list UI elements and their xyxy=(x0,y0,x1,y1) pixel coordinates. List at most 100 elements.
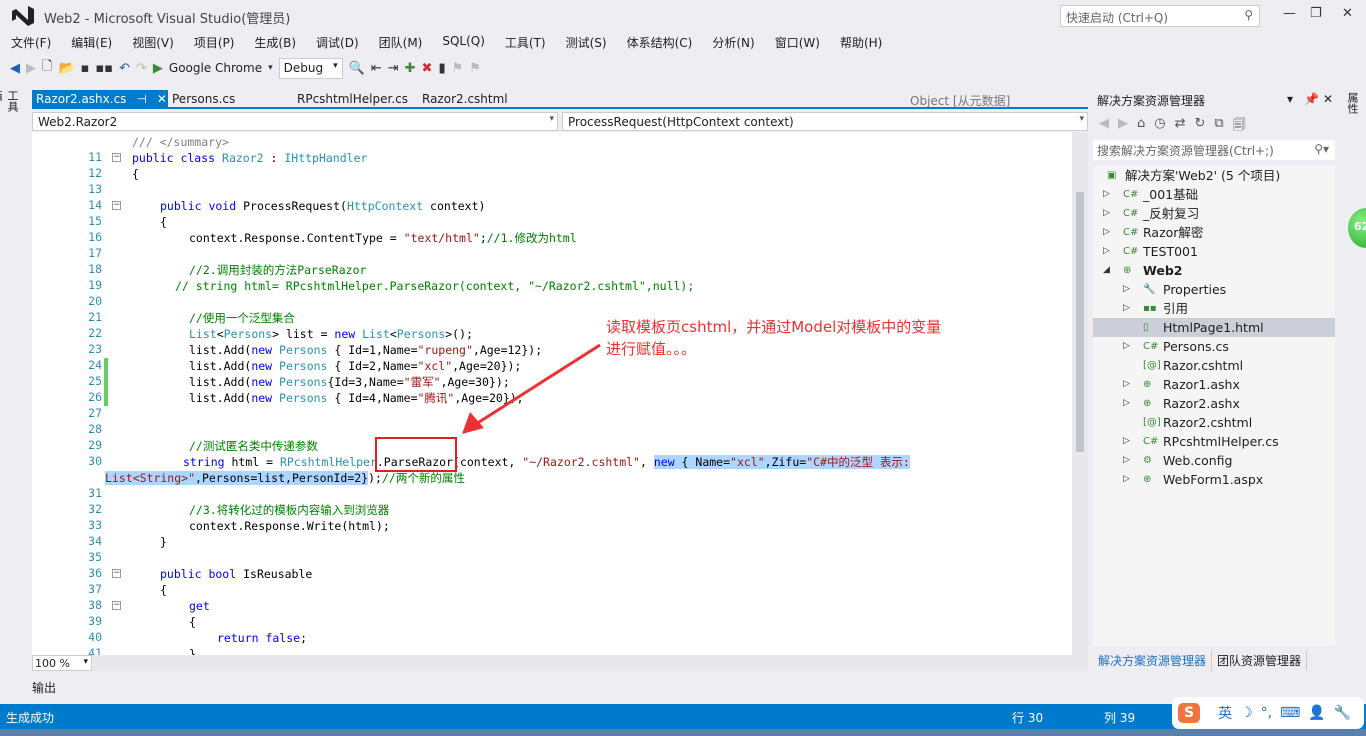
expand-arrow-icon[interactable]: ▷ xyxy=(1123,451,1130,470)
collapse-all-icon[interactable]: ⧉ xyxy=(1214,116,1223,138)
performance-badge[interactable]: 62 xyxy=(1348,208,1366,248)
menu-item[interactable]: 编辑(E) xyxy=(60,32,121,52)
redo-icon[interactable]: ↷ xyxy=(136,61,147,76)
start-debug-icon[interactable]: ▶ xyxy=(153,61,163,76)
horizontal-scrollbar[interactable] xyxy=(92,655,1088,671)
expand-arrow-icon[interactable]: ▷ xyxy=(1123,470,1130,489)
sync-icon[interactable]: ⇄ xyxy=(1175,116,1186,138)
home-icon[interactable]: ⌂ xyxy=(1137,116,1145,138)
close-icon[interactable]: ✕ xyxy=(1323,92,1333,106)
solution-search-input[interactable]: 搜索解决方案资源管理器(Ctrl+;) ⚲▾ xyxy=(1093,140,1335,160)
tab-solution-explorer[interactable]: 解决方案资源管理器 xyxy=(1093,650,1213,671)
tree-item[interactable]: ▷ ⊕ Razor2.ashx xyxy=(1093,394,1335,413)
tab-document[interactable]: Razor2.cshtml xyxy=(418,90,543,109)
code-editor[interactable]: 11 − 12 13 14 − 15 16 17 18 19 20 21 22 23 24 25 26 27 28 29… xyxy=(32,132,1088,655)
bookmark-icon[interactable]: ▮ xyxy=(438,61,445,76)
menu-item[interactable]: 视图(V) xyxy=(121,32,183,52)
tab-document[interactable]: Persons.cs xyxy=(168,90,293,109)
menu-item[interactable]: 团队(M) xyxy=(368,32,432,52)
menu-item[interactable]: 窗口(W) xyxy=(764,32,829,52)
bookmark-prev-icon[interactable]: ⚑ xyxy=(452,61,464,76)
tree-item[interactable]: ◢ ⊕ Web2 xyxy=(1093,261,1335,280)
tree-item[interactable]: ▷ 🔧 Properties xyxy=(1093,280,1335,299)
back-icon[interactable]: ◀ xyxy=(10,61,20,76)
configuration-select[interactable]: Debug ▾ xyxy=(278,57,343,79)
back-icon[interactable]: ◀ xyxy=(1099,116,1109,138)
save-all-icon[interactable]: ▪▪ xyxy=(95,61,113,76)
run-target-button[interactable]: Google Chrome xyxy=(169,61,262,75)
outdent-icon[interactable]: ⇥ xyxy=(388,61,399,76)
tree-item[interactable]: ▷ C# TEST001 xyxy=(1093,242,1335,261)
show-all-files-icon[interactable]: 🗐 xyxy=(1233,116,1246,138)
minimize-button[interactable]: — xyxy=(1283,6,1296,21)
bookmark-next-icon[interactable]: ⚑ xyxy=(469,61,481,76)
tree-item[interactable]: ▷ C# _001基础 xyxy=(1093,185,1335,204)
new-project-icon[interactable]: 🗋 xyxy=(42,57,52,79)
tree-item[interactable]: ▷ ⊕ WebForm1.aspx xyxy=(1093,470,1335,489)
toolbox-tab[interactable]: 工具箱 xyxy=(0,86,28,126)
tree-item[interactable]: ▷ C# Persons.cs xyxy=(1093,337,1335,356)
tree-item[interactable]: ▣ 解决方案'Web2' (5 个项目) xyxy=(1093,166,1335,185)
menu-item[interactable]: 工具(T) xyxy=(494,32,555,52)
tab-document[interactable]: RPcshtmlHelper.cs xyxy=(293,90,418,109)
maximize-button[interactable]: ❐ xyxy=(1310,6,1322,21)
tree-item[interactable]: ▯ HtmlPage1.html xyxy=(1093,318,1335,337)
vertical-scrollbar[interactable] xyxy=(1072,132,1088,655)
wrench-icon[interactable]: 🔧 xyxy=(1334,705,1351,721)
collapse-icon[interactable]: − xyxy=(112,201,121,210)
tab-output[interactable]: 输出 xyxy=(32,679,56,696)
forward-icon[interactable]: ▶ xyxy=(26,61,36,76)
class-dropdown[interactable]: Web2.Razor2 ▾ xyxy=(32,112,558,131)
pending-changes-icon[interactable]: ◷ xyxy=(1154,116,1165,138)
scrollbar-thumb[interactable] xyxy=(1076,192,1084,452)
expand-arrow-icon[interactable]: ▷ xyxy=(1103,204,1110,223)
open-file-icon[interactable]: 📂 xyxy=(58,61,74,76)
menu-item[interactable]: SQL(Q) xyxy=(431,32,494,52)
expand-arrow-icon[interactable]: ▷ xyxy=(1123,280,1130,299)
tree-item[interactable]: ▷ C# RPcshtmlHelper.cs xyxy=(1093,432,1335,451)
tree-item[interactable]: ▷ ⊕ Razor1.ashx xyxy=(1093,375,1335,394)
keyboard-icon[interactable]: ⌨ xyxy=(1280,705,1300,721)
tab-document[interactable]: Razor2.ashx.cs ⊣ ✕ xyxy=(32,90,168,109)
tree-item[interactable]: ▷ C# Razor解密 xyxy=(1093,223,1335,242)
expand-arrow-icon[interactable]: ▷ xyxy=(1123,394,1130,413)
expand-arrow-icon[interactable]: ▷ xyxy=(1103,223,1110,242)
tree-item[interactable]: ▷ ▪▪ 引用 xyxy=(1093,299,1335,318)
tree-item[interactable]: ▷ C# _反射复习 xyxy=(1093,204,1335,223)
menu-item[interactable]: 项目(P) xyxy=(183,32,244,52)
tree-item[interactable]: [@] Razor2.cshtml xyxy=(1093,413,1335,432)
refresh-icon[interactable]: ↻ xyxy=(1195,116,1206,138)
moon-icon[interactable]: ☽ xyxy=(1240,705,1253,721)
forward-icon[interactable]: ▶ xyxy=(1118,116,1128,138)
uncomment-icon[interactable]: ✖ xyxy=(422,61,433,76)
collapse-icon[interactable]: − xyxy=(112,601,121,610)
punctuation-icon[interactable]: °, xyxy=(1261,705,1272,721)
expand-arrow-icon[interactable]: ◢ xyxy=(1103,261,1110,280)
tree-item[interactable]: ▷ ⚙ Web.config xyxy=(1093,451,1335,470)
pin-icon[interactable]: ⊣ xyxy=(136,92,146,109)
properties-tab[interactable]: 属性 xyxy=(1340,86,1366,120)
close-icon[interactable]: ✕ xyxy=(157,92,167,109)
tab-team-explorer[interactable]: 团队资源管理器 xyxy=(1212,650,1308,671)
user-icon[interactable]: 👤 xyxy=(1308,705,1325,721)
menu-item[interactable]: 文件(F) xyxy=(0,32,60,52)
member-dropdown[interactable]: ProcessRequest(HttpContext context) ▾ xyxy=(562,112,1088,131)
save-icon[interactable]: ▪ xyxy=(81,61,90,76)
close-button[interactable]: ✕ xyxy=(1342,6,1353,21)
comment-icon[interactable]: ✚ xyxy=(405,61,416,76)
indent-icon[interactable]: ⇤ xyxy=(371,61,382,76)
menu-item[interactable]: 体系结构(C) xyxy=(616,32,702,52)
sogou-logo-icon[interactable]: S xyxy=(1178,703,1201,723)
menu-item[interactable]: 分析(N) xyxy=(701,32,763,52)
expand-arrow-icon[interactable]: ▷ xyxy=(1123,375,1130,394)
menu-item[interactable]: 测试(S) xyxy=(555,32,616,52)
expand-arrow-icon[interactable]: ▷ xyxy=(1123,432,1130,451)
expand-arrow-icon[interactable]: ▷ xyxy=(1123,337,1130,356)
quick-launch-input[interactable]: 快速启动 (Ctrl+Q) ⚲ xyxy=(1060,5,1260,27)
menu-item[interactable]: 调试(D) xyxy=(305,32,368,52)
zoom-dropdown[interactable]: 100 % ▾ xyxy=(32,655,92,671)
find-icon[interactable]: 🔍 xyxy=(349,61,365,76)
undo-icon[interactable]: ↶ xyxy=(119,61,130,76)
tree-item[interactable]: [@] Razor.cshtml xyxy=(1093,356,1335,375)
expand-arrow-icon[interactable]: ▷ xyxy=(1103,185,1110,204)
